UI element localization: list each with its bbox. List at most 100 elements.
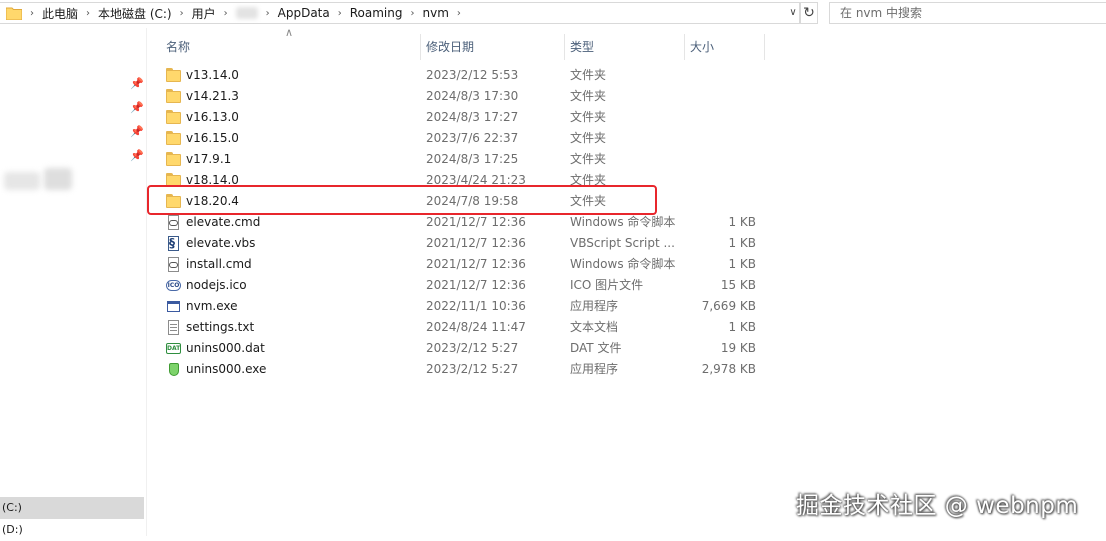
file-type: Windows 命令脚本 <box>570 257 676 271</box>
highlight-box <box>147 185 657 215</box>
exe-file-icon <box>166 299 181 314</box>
column-divider[interactable] <box>420 34 421 60</box>
dat-file-icon: DAT <box>166 343 181 354</box>
chevron-right-icon[interactable]: › <box>338 8 342 19</box>
file-type: ICO 图片文件 <box>570 278 644 292</box>
column-divider[interactable] <box>684 34 685 60</box>
file-row[interactable]: DAT unins000.dat 2023/2/12 5:27 DAT 文件 19 KB <box>160 338 780 359</box>
file-modified-date: 2024/8/24 11:47 <box>426 320 526 334</box>
file-row[interactable]: ICO nodejs.ico 2021/12/7 12:36 ICO 图片文件 15 K… <box>160 275 780 296</box>
file-row[interactable]: unins000.exe 2023/2/12 5:27 应用程序 2,978 KB <box>160 359 780 380</box>
file-size: 2,978 KB <box>701 362 756 376</box>
file-type: Windows 命令脚本 <box>570 215 676 229</box>
file-row[interactable]: install.cmd 2021/12/7 12:36 Windows 命令脚本 1 … <box>160 254 780 275</box>
file-type: VBScript Script ... <box>570 236 675 250</box>
pin-icon[interactable]: 📌 <box>130 78 144 90</box>
chevron-right-icon[interactable]: › <box>457 8 461 19</box>
file-size: 1 KB <box>728 215 756 229</box>
pin-icon[interactable]: 📌 <box>130 150 144 162</box>
file-name[interactable]: elevate.vbs <box>186 233 255 254</box>
file-name[interactable]: unins000.exe <box>186 359 266 380</box>
pin-icon[interactable]: 📌 <box>130 126 144 138</box>
chevron-right-icon[interactable]: › <box>411 8 415 19</box>
folder-icon <box>166 152 181 167</box>
file-modified-date: 2021/12/7 12:36 <box>426 236 526 250</box>
nav-drive-d[interactable]: (D:) <box>0 519 144 541</box>
file-modified-date: 2023/2/12 5:53 <box>426 68 519 82</box>
file-type: 文件夹 <box>570 131 607 145</box>
cmd-file-icon <box>166 215 181 230</box>
file-name[interactable]: v16.15.0 <box>186 128 239 149</box>
folder-row[interactable]: v16.15.0 2023/7/6 22:37 文件夹 <box>160 128 780 149</box>
address-history-dropdown-icon[interactable]: ∨ <box>786 5 800 21</box>
chevron-right-icon[interactable]: › <box>266 8 270 19</box>
folder-row[interactable]: v13.14.0 2023/2/12 5:53 文件夹 <box>160 65 780 86</box>
column-divider[interactable] <box>764 34 765 60</box>
column-header-date[interactable]: 修改日期 <box>426 34 474 60</box>
pin-icon[interactable]: 📌 <box>130 102 144 114</box>
column-header-size[interactable]: 大小 <box>690 34 714 60</box>
chevron-right-icon[interactable]: › <box>30 8 34 19</box>
vbs-file-icon: § <box>166 236 181 251</box>
file-name[interactable]: nodejs.ico <box>186 275 247 296</box>
file-type: DAT 文件 <box>570 341 622 355</box>
chevron-right-icon[interactable]: › <box>86 8 90 19</box>
file-name[interactable]: v13.14.0 <box>186 65 239 86</box>
chevron-right-icon[interactable]: › <box>180 8 184 19</box>
file-modified-date: 2024/8/3 17:27 <box>426 110 519 124</box>
chevron-right-icon[interactable]: › <box>224 8 228 19</box>
folder-icon <box>166 89 181 104</box>
breadcrumb-users[interactable]: 用户 <box>192 5 216 22</box>
file-modified-date: 2023/2/12 5:27 <box>426 341 519 355</box>
breadcrumb-this-pc[interactable]: 此电脑 <box>42 5 78 22</box>
file-modified-date: 2022/11/1 10:36 <box>426 299 526 313</box>
watermark: 掘金技术社区 @ webnpm <box>796 493 1079 519</box>
breadcrumb-user-redacted[interactable] <box>235 7 258 19</box>
file-modified-date: 2023/7/6 22:37 <box>426 131 519 145</box>
file-name[interactable]: elevate.cmd <box>186 212 260 233</box>
search-input[interactable]: 在 nvm 中搜索 <box>829 2 1106 24</box>
uninstaller-icon <box>166 362 181 377</box>
breadcrumb-roaming[interactable]: Roaming <box>350 6 403 20</box>
column-header-name[interactable]: 名称 <box>166 34 190 60</box>
file-type: 应用程序 <box>570 299 619 313</box>
file-row[interactable]: § elevate.vbs 2021/12/7 12:36 VBScript Scri… <box>160 233 780 254</box>
file-name[interactable]: nvm.exe <box>186 296 238 317</box>
refresh-icon[interactable]: ↻ <box>800 2 818 24</box>
ico-file-icon: ICO <box>166 280 181 291</box>
file-name[interactable]: v17.9.1 <box>186 149 231 170</box>
address-row: › 此电脑 › 本地磁盘 (C:) › 用户 › › AppData › Roa… <box>0 0 1106 28</box>
folder-row[interactable]: v17.9.1 2024/8/3 17:25 文件夹 <box>160 149 780 170</box>
file-row[interactable]: nvm.exe 2022/11/1 10:36 应用程序 7,669 KB <box>160 296 780 317</box>
file-name[interactable]: unins000.dat <box>186 338 265 359</box>
folder-row[interactable]: v16.13.0 2024/8/3 17:27 文件夹 <box>160 107 780 128</box>
navigation-pane[interactable]: 📌 📌 📌 📌 (C:) (D:) <box>0 28 147 536</box>
breadcrumb-appdata[interactable]: AppData <box>278 6 330 20</box>
file-name[interactable]: v14.21.3 <box>186 86 239 107</box>
nav-drive-c[interactable]: (C:) <box>0 497 144 519</box>
sort-ascending-icon: ∧ <box>285 26 294 39</box>
file-modified-date: 2023/2/12 5:27 <box>426 362 519 376</box>
file-list: v13.14.0 2023/2/12 5:53 文件夹 v14.21.3 2024/8/… <box>160 65 780 380</box>
file-name[interactable]: v16.13.0 <box>186 107 239 128</box>
breadcrumb-nvm[interactable]: nvm <box>423 6 449 20</box>
breadcrumb-local-disk[interactable]: 本地磁盘 (C:) <box>98 5 172 22</box>
file-size: 1 KB <box>728 257 756 271</box>
folder-row[interactable]: v14.21.3 2024/8/3 17:30 文件夹 <box>160 86 780 107</box>
cmd-file-icon <box>166 257 181 272</box>
file-size: 7,669 KB <box>701 299 756 313</box>
txt-file-icon <box>166 320 181 335</box>
address-bar[interactable]: › 此电脑 › 本地磁盘 (C:) › 用户 › › AppData › Roa… <box>0 2 800 24</box>
file-row[interactable]: elevate.cmd 2021/12/7 12:36 Windows 命令脚本 1 … <box>160 212 780 233</box>
file-modified-date: 2021/12/7 12:36 <box>426 215 526 229</box>
file-type: 文件夹 <box>570 89 607 103</box>
file-size: 1 KB <box>728 320 756 334</box>
file-modified-date: 2021/12/7 12:36 <box>426 278 526 292</box>
file-name[interactable]: settings.txt <box>186 317 254 338</box>
column-header-type[interactable]: 类型 <box>570 34 594 60</box>
file-row[interactable]: settings.txt 2024/8/24 11:47 文本文档 1 KB <box>160 317 780 338</box>
redacted-nav-item <box>44 168 72 190</box>
column-divider[interactable] <box>564 34 565 60</box>
file-type: 文本文档 <box>570 320 619 334</box>
file-name[interactable]: install.cmd <box>186 254 252 275</box>
